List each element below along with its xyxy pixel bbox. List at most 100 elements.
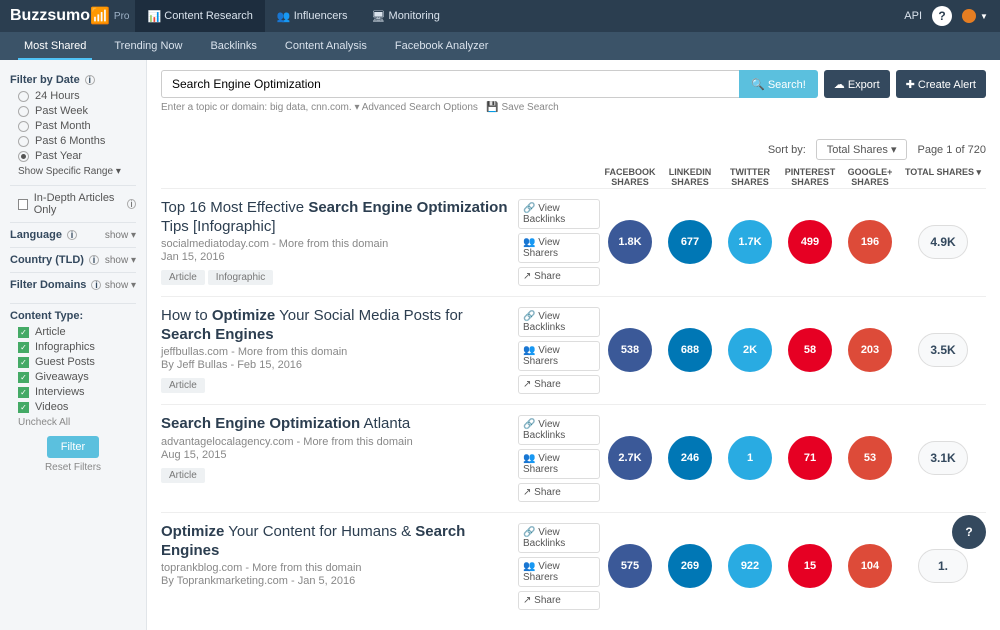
pi-shares: 58 bbox=[788, 328, 832, 372]
result-date: Jan 15, 2016 bbox=[161, 251, 510, 263]
nav-monitoring[interactable]: 🖥 Monitoring bbox=[360, 0, 452, 32]
view-backlinks-button[interactable]: 🔗 View Backlinks bbox=[518, 199, 600, 229]
result-byline: By Jeff Bullas - Feb 15, 2016 bbox=[161, 359, 510, 371]
adv-search-link[interactable]: ▾ Advanced Search Options bbox=[354, 102, 477, 113]
tw-shares: 2K bbox=[728, 328, 772, 372]
users-icon: 👥 bbox=[277, 10, 291, 23]
share-button[interactable]: ↗ Share bbox=[518, 267, 600, 286]
uncheck-all[interactable]: Uncheck All bbox=[18, 417, 136, 428]
user-menu[interactable]: ▼ bbox=[962, 6, 990, 26]
ct-infographics[interactable]: Infographics bbox=[10, 341, 136, 353]
tag: Article bbox=[161, 270, 205, 285]
result-date: Aug 15, 2015 bbox=[161, 449, 510, 461]
tag: Infographic bbox=[208, 270, 273, 285]
col-pi: PINTEREST SHARES bbox=[780, 168, 840, 188]
filter-date-title: Filter by Date i bbox=[10, 74, 136, 86]
tab-backlinks[interactable]: Backlinks bbox=[196, 32, 270, 60]
more-from-domain[interactable]: - More from this domain bbox=[294, 436, 413, 448]
tab-facebook-analyzer[interactable]: Facebook Analyzer bbox=[381, 32, 503, 60]
result-row: Search Engine Optimization Atlanta advan… bbox=[161, 404, 986, 512]
ct-interviews[interactable]: Interviews bbox=[10, 386, 136, 398]
nav-influencers[interactable]: 👥 Influencers bbox=[265, 0, 360, 32]
date-past-month[interactable]: Past Month bbox=[10, 120, 136, 132]
result-byline: By Toprankmarketing.com - Jan 5, 2016 bbox=[161, 575, 510, 587]
page-indicator: Page 1 of 720 bbox=[917, 144, 986, 156]
info-icon[interactable]: i bbox=[91, 280, 101, 290]
result-title[interactable]: Search Engine Optimization Atlanta bbox=[161, 415, 510, 434]
info-icon[interactable]: i bbox=[67, 230, 77, 240]
api-link[interactable]: API bbox=[904, 10, 922, 22]
result-domain: jeffbullas.com - More from this domain bbox=[161, 346, 510, 358]
gp-shares: 53 bbox=[848, 436, 892, 480]
date-past-year[interactable]: Past Year bbox=[10, 150, 136, 162]
ct-guest-posts[interactable]: Guest Posts bbox=[10, 356, 136, 368]
pi-shares: 499 bbox=[788, 220, 832, 264]
sort-label: Sort by: bbox=[768, 144, 806, 156]
result-row: How to Optimize Your Social Media Posts … bbox=[161, 296, 986, 404]
tag: Article bbox=[161, 378, 205, 393]
info-icon[interactable]: i bbox=[127, 199, 136, 209]
ct-article[interactable]: Article bbox=[10, 326, 136, 338]
filter-button[interactable]: Filter bbox=[47, 436, 99, 458]
li-shares: 688 bbox=[668, 328, 712, 372]
info-icon[interactable]: i bbox=[85, 75, 95, 85]
date-past-week[interactable]: Past Week bbox=[10, 105, 136, 117]
help-fab[interactable]: ? bbox=[952, 515, 986, 549]
export-button[interactable]: ☁ Export bbox=[824, 70, 890, 98]
chart-icon: 📊 bbox=[147, 10, 161, 23]
tag: Article bbox=[161, 468, 205, 483]
li-shares: 269 bbox=[668, 544, 712, 588]
date-24h[interactable]: 24 Hours bbox=[10, 90, 136, 102]
view-sharers-button[interactable]: 👥 View Sharers bbox=[518, 341, 600, 371]
gp-shares: 196 bbox=[848, 220, 892, 264]
country-show[interactable]: show ▾ bbox=[105, 255, 136, 266]
tab-most-shared[interactable]: Most Shared bbox=[10, 32, 100, 60]
sort-dropdown[interactable]: Total Shares ▾ bbox=[816, 139, 908, 160]
language-title: Language i bbox=[10, 229, 77, 241]
result-title[interactable]: Top 16 Most Effective Search Engine Opti… bbox=[161, 199, 510, 237]
more-from-domain[interactable]: - More from this domain bbox=[242, 562, 361, 574]
create-alert-button[interactable]: ✚ Create Alert bbox=[896, 70, 986, 98]
info-icon[interactable]: i bbox=[89, 255, 99, 265]
total-shares: 3.1K bbox=[918, 441, 968, 475]
view-sharers-button[interactable]: 👥 View Sharers bbox=[518, 233, 600, 263]
view-backlinks-button[interactable]: 🔗 View Backlinks bbox=[518, 415, 600, 445]
share-button[interactable]: ↗ Share bbox=[518, 375, 600, 394]
col-total[interactable]: TOTAL SHARES ▾ bbox=[900, 168, 986, 188]
fb-shares: 575 bbox=[608, 544, 652, 588]
wifi-icon: 📶 bbox=[90, 6, 110, 26]
share-button[interactable]: ↗ Share bbox=[518, 483, 600, 502]
tab-content-analysis[interactable]: Content Analysis bbox=[271, 32, 381, 60]
view-sharers-button[interactable]: 👥 View Sharers bbox=[518, 449, 600, 479]
total-shares: 3.5K bbox=[918, 333, 968, 367]
ct-videos[interactable]: Videos bbox=[10, 401, 136, 413]
view-backlinks-button[interactable]: 🔗 View Backlinks bbox=[518, 523, 600, 553]
result-title[interactable]: Optimize Your Content for Humans & Searc… bbox=[161, 523, 510, 561]
gp-shares: 104 bbox=[848, 544, 892, 588]
tw-shares: 1 bbox=[728, 436, 772, 480]
language-show[interactable]: show ▾ bbox=[105, 230, 136, 241]
save-search-link[interactable]: 💾 Save Search bbox=[486, 102, 559, 113]
fb-shares: 538 bbox=[608, 328, 652, 372]
tab-trending-now[interactable]: Trending Now bbox=[100, 32, 196, 60]
view-sharers-button[interactable]: 👥 View Sharers bbox=[518, 557, 600, 587]
more-from-domain[interactable]: - More from this domain bbox=[228, 346, 347, 358]
nav-content-research[interactable]: 📊 Content Research bbox=[135, 0, 264, 32]
fb-shares: 2.7K bbox=[608, 436, 652, 480]
date-past-6-months[interactable]: Past 6 Months bbox=[10, 135, 136, 147]
search-input[interactable] bbox=[161, 70, 739, 98]
indepth-checkbox[interactable]: In-Depth Articles Only i bbox=[10, 192, 136, 216]
li-shares: 246 bbox=[668, 436, 712, 480]
share-button[interactable]: ↗ Share bbox=[518, 591, 600, 610]
result-title[interactable]: How to Optimize Your Social Media Posts … bbox=[161, 307, 510, 345]
total-shares: 4.9K bbox=[918, 225, 968, 259]
more-from-domain[interactable]: - More from this domain bbox=[269, 238, 388, 250]
logo[interactable]: Buzzsumo📶Pro bbox=[10, 6, 129, 26]
help-icon[interactable]: ? bbox=[932, 6, 952, 26]
reset-filters[interactable]: Reset Filters bbox=[10, 462, 136, 473]
view-backlinks-button[interactable]: 🔗 View Backlinks bbox=[518, 307, 600, 337]
search-button[interactable]: 🔍 Search! bbox=[739, 70, 818, 98]
domains-show[interactable]: show ▾ bbox=[105, 280, 136, 291]
show-specific-range[interactable]: Show Specific Range ▾ bbox=[18, 166, 136, 177]
ct-giveaways[interactable]: Giveaways bbox=[10, 371, 136, 383]
